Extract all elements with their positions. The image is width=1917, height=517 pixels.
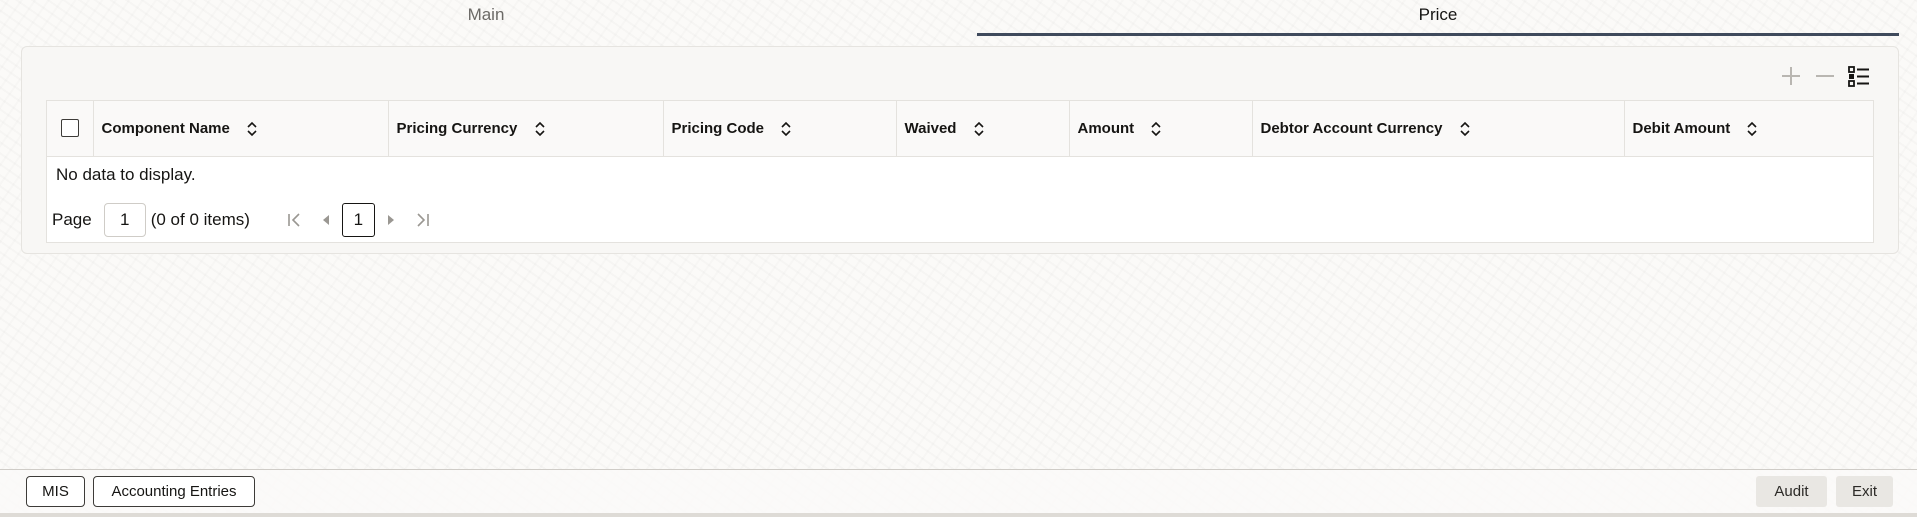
page-number-input[interactable]: 1 bbox=[103, 203, 146, 237]
select-all-cell bbox=[47, 101, 94, 157]
list-settings-icon bbox=[1848, 66, 1869, 87]
tab-price[interactable]: Price bbox=[977, 0, 1899, 38]
sort-icon[interactable] bbox=[1150, 121, 1162, 137]
remove-row-button[interactable] bbox=[1812, 63, 1838, 89]
pagination: Page 1 (0 of 0 items) 1 bbox=[52, 203, 439, 237]
page: Main Price Component Name Pricing Curren… bbox=[0, 0, 1917, 517]
footer-bar: MIS Accounting Entries Audit Exit bbox=[0, 469, 1917, 513]
pricing-grid: Component Name Pricing Currency Pricing … bbox=[46, 100, 1874, 243]
column-header-label: Amount bbox=[1077, 119, 1135, 137]
next-page-icon bbox=[387, 215, 394, 225]
next-page-button[interactable] bbox=[375, 203, 407, 237]
column-header-label: Pricing Code bbox=[671, 119, 765, 137]
tab-main-label: Main bbox=[467, 5, 505, 24]
column-settings-button[interactable] bbox=[1846, 63, 1872, 89]
sort-icon[interactable] bbox=[1746, 121, 1758, 137]
column-header-pricing-code[interactable]: Pricing Code bbox=[663, 101, 897, 157]
previous-page-icon bbox=[322, 215, 329, 225]
column-header-label: Pricing Currency bbox=[396, 119, 518, 137]
last-page-button[interactable] bbox=[407, 203, 439, 237]
first-page-button[interactable] bbox=[278, 203, 310, 237]
grid-toolbar bbox=[1778, 61, 1872, 91]
footer-divider bbox=[0, 513, 1917, 517]
plus-icon bbox=[1782, 67, 1800, 85]
tab-main[interactable]: Main bbox=[0, 0, 972, 38]
sort-icon[interactable] bbox=[246, 121, 258, 137]
current-page-button[interactable]: 1 bbox=[341, 203, 375, 237]
column-header-component-name[interactable]: Component Name bbox=[93, 101, 389, 157]
sort-icon[interactable] bbox=[1459, 121, 1471, 137]
column-header-debtor-account-currency[interactable]: Debtor Account Currency bbox=[1252, 101, 1625, 157]
mis-button[interactable]: MIS bbox=[26, 476, 85, 507]
last-page-icon bbox=[417, 213, 429, 227]
column-header-label: Debit Amount bbox=[1632, 119, 1731, 137]
first-page-icon bbox=[288, 213, 300, 227]
column-header-amount[interactable]: Amount bbox=[1069, 101, 1253, 157]
column-header-label: Debtor Account Currency bbox=[1260, 119, 1443, 137]
page-navigation: 1 bbox=[278, 203, 439, 237]
column-header-pricing-currency[interactable]: Pricing Currency bbox=[388, 101, 664, 157]
item-count: (0 of 0 items) bbox=[150, 210, 250, 229]
page-label: Page bbox=[52, 210, 92, 229]
add-row-button[interactable] bbox=[1778, 63, 1804, 89]
pricing-table: Component Name Pricing Currency Pricing … bbox=[47, 101, 1873, 157]
column-header-waived[interactable]: Waived bbox=[896, 101, 1070, 157]
sort-icon[interactable] bbox=[973, 121, 985, 137]
previous-page-button[interactable] bbox=[310, 203, 342, 237]
tab-bar: Main Price bbox=[0, 0, 1917, 38]
tab-price-label: Price bbox=[1418, 5, 1458, 24]
audit-button[interactable]: Audit bbox=[1756, 476, 1827, 507]
sort-icon[interactable] bbox=[780, 121, 792, 137]
accounting-entries-button[interactable]: Accounting Entries bbox=[93, 476, 255, 507]
price-panel: Component Name Pricing Currency Pricing … bbox=[21, 46, 1899, 254]
column-header-label: Waived bbox=[904, 119, 957, 137]
minus-icon bbox=[1816, 75, 1834, 77]
column-header-debit-amount[interactable]: Debit Amount bbox=[1624, 101, 1873, 157]
table-header-row: Component Name Pricing Currency Pricing … bbox=[47, 101, 1873, 157]
sort-icon[interactable] bbox=[534, 121, 546, 137]
active-tab-indicator bbox=[977, 33, 1899, 36]
empty-table-message: No data to display. bbox=[56, 165, 196, 184]
exit-button[interactable]: Exit bbox=[1836, 476, 1893, 507]
column-header-label: Component Name bbox=[101, 119, 230, 137]
select-all-checkbox[interactable] bbox=[60, 119, 79, 138]
